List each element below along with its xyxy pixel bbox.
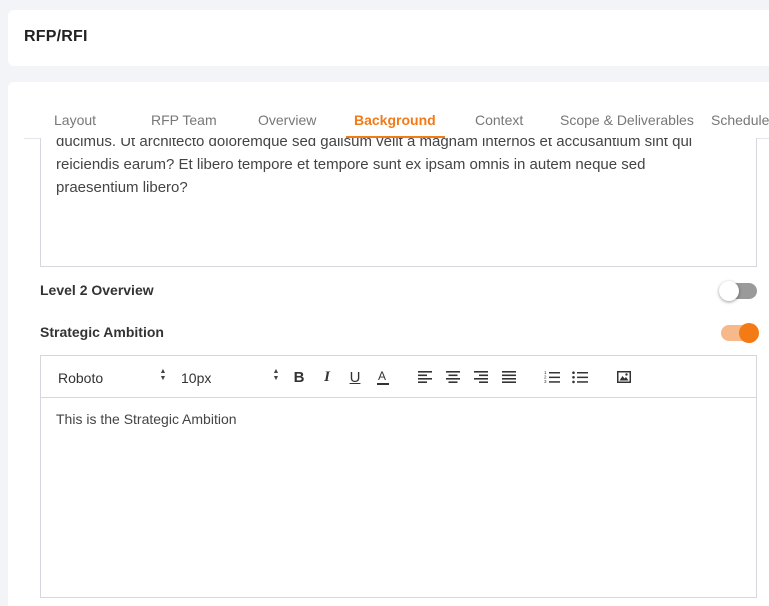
tab-overview[interactable]: Overview (258, 112, 316, 128)
underline-icon[interactable]: U (345, 367, 365, 387)
strategic-ambition-label: Strategic Ambition (40, 324, 164, 340)
align-justify-icon[interactable] (499, 367, 519, 387)
bullet-list-icon[interactable] (570, 367, 590, 387)
background-text: ducimus. Ut architecto doloremque sed ga… (56, 138, 693, 196)
tab-layout[interactable]: Layout (54, 112, 96, 128)
background-text-area[interactable]: ducimus. Ut architecto doloremque sed ga… (40, 138, 757, 267)
align-left-icon[interactable] (415, 367, 435, 387)
font-size-select[interactable]: 10px (181, 370, 211, 386)
tab-schedule[interactable]: Schedule (711, 112, 769, 128)
font-family-select-arrows-icon[interactable]: ▲ ▼ (159, 368, 167, 384)
tab-background[interactable]: Background (354, 112, 436, 128)
toggle-knob (739, 323, 759, 343)
strategic-ambition-toggle[interactable] (721, 323, 759, 343)
strategic-ambition-editor: Roboto ▲ ▼ 10px ▲ ▼ B I U A 1 2 3 This i… (40, 355, 757, 598)
header-card: RFP/RFI (8, 10, 769, 66)
image-icon[interactable] (614, 367, 634, 387)
bold-icon[interactable]: B (289, 367, 309, 387)
align-right-icon[interactable] (471, 367, 491, 387)
tab-rfp-team[interactable]: RFP Team (151, 112, 217, 128)
editor-content[interactable]: This is the Strategic Ambition (56, 411, 237, 427)
tab-bar: Layout RFP Team Overview Background Cont… (24, 104, 769, 139)
page-title: RFP/RFI (24, 28, 88, 45)
tab-context[interactable]: Context (475, 112, 523, 128)
italic-icon[interactable]: I (317, 367, 337, 387)
level2-overview-toggle[interactable] (719, 281, 757, 301)
font-color-icon[interactable]: A (373, 367, 393, 387)
align-center-icon[interactable] (443, 367, 463, 387)
font-family-select[interactable]: Roboto (58, 370, 103, 386)
level2-overview-label: Level 2 Overview (40, 282, 154, 298)
svg-text:3: 3 (544, 379, 547, 384)
ordered-list-icon[interactable]: 123 (542, 367, 562, 387)
editor-toolbar: Roboto ▲ ▼ 10px ▲ ▼ B I U A 1 2 3 (41, 356, 756, 398)
tab-scope-deliverables[interactable]: Scope & Deliverables (560, 112, 694, 128)
svg-text:A: A (378, 369, 386, 383)
font-size-select-arrows-icon[interactable]: ▲ ▼ (272, 368, 280, 384)
main-card: Layout RFP Team Overview Background Cont… (8, 82, 769, 606)
toggle-knob (719, 281, 739, 301)
